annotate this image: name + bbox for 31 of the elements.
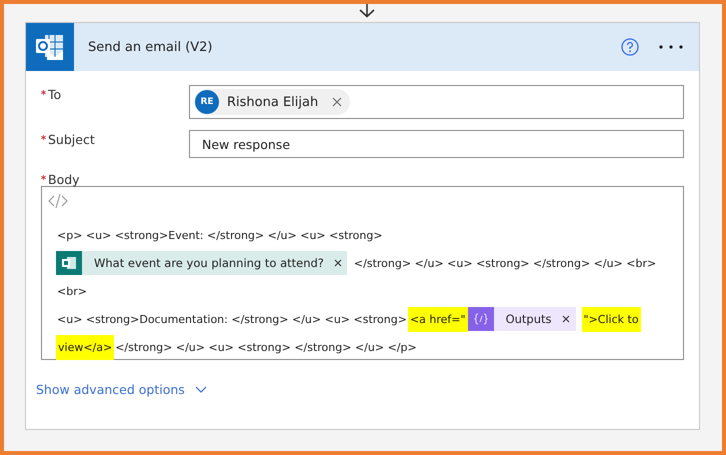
dynamic-content-token[interactable]: What event are you planning to attend? xyxy=(56,251,347,275)
highlighted-text: view</a> xyxy=(56,334,114,360)
expression-token[interactable]: Outputs xyxy=(468,307,576,331)
field-label: To xyxy=(48,87,62,102)
code-view-icon[interactable] xyxy=(47,192,69,210)
down-arrow-icon xyxy=(359,4,375,18)
html-text: <u> <strong>Documentation: </strong> </u> <u> <strong> xyxy=(56,312,408,326)
subject-field[interactable]: New response xyxy=(189,130,684,158)
card-title: Send an email (V2) xyxy=(88,40,214,54)
person-name: Rishona Elijah xyxy=(227,94,318,110)
close-icon[interactable] xyxy=(332,97,342,107)
close-icon[interactable] xyxy=(562,315,570,323)
highlighted-text: ">Click to xyxy=(582,306,641,332)
highlighted-text: <a href=" xyxy=(408,306,468,332)
html-text: </strong> </u> <u> <strong> </strong> </u> <br> xyxy=(352,256,658,270)
help-icon[interactable] xyxy=(621,38,639,56)
chevron-down-icon xyxy=(194,386,207,394)
recipient-field[interactable]: RE Rishona Elijah xyxy=(189,85,684,119)
body-field[interactable] xyxy=(41,186,684,360)
show-advanced-link[interactable]: Show advanced options xyxy=(36,382,207,397)
more-options-icon[interactable] xyxy=(659,45,683,49)
field-label: Subject xyxy=(48,132,95,147)
field-label: Body xyxy=(48,172,80,187)
avatar-initials: RE xyxy=(195,90,219,114)
expression-icon xyxy=(468,307,494,331)
html-text: <p> <u> <strong>Event: </strong> </u> <u> <strong> xyxy=(56,228,384,242)
html-text: <br> xyxy=(56,284,88,298)
forms-icon xyxy=(56,251,82,275)
html-text: </strong> </u> <u> <strong> </strong> </u> </p> xyxy=(114,340,418,354)
person-chip[interactable]: RE Rishona Elijah xyxy=(194,89,350,115)
close-icon[interactable] xyxy=(334,259,342,267)
